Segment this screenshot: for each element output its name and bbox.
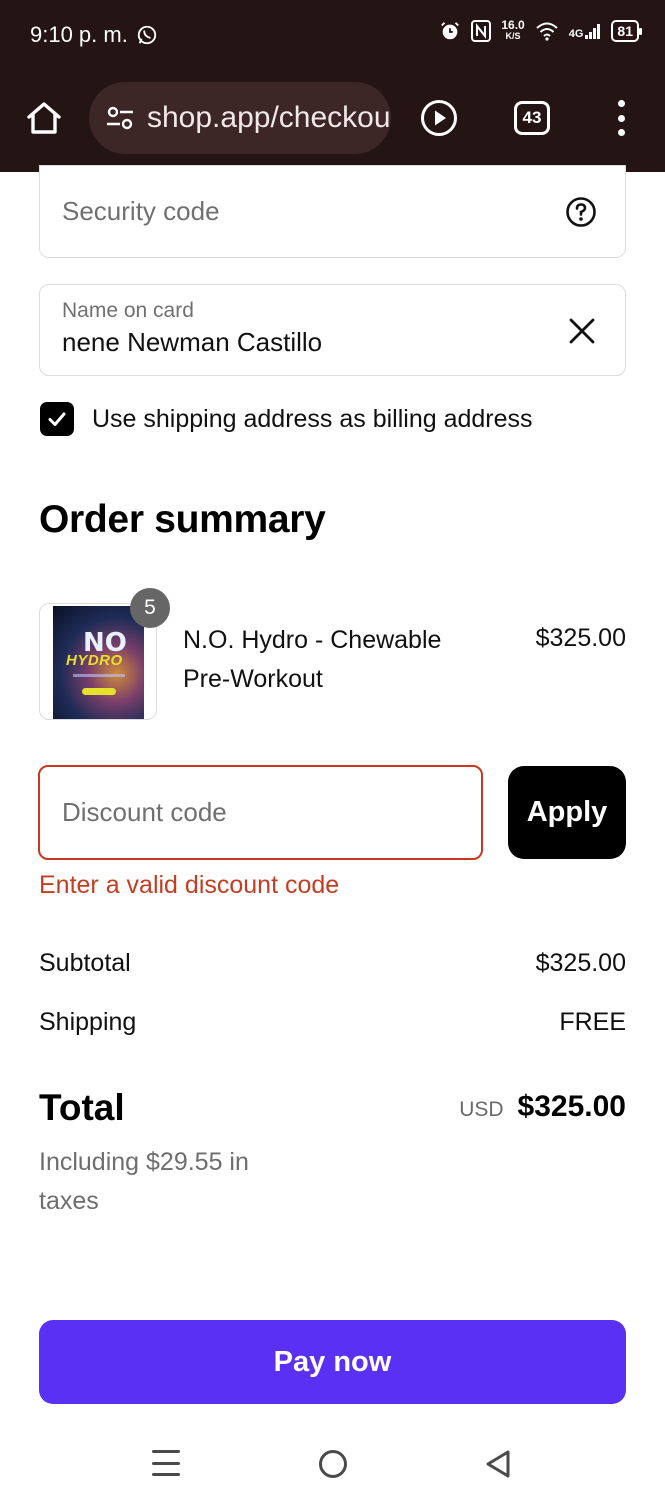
tax-note: Including $29.55 in taxes [39,1148,249,1215]
net-speed-value: 16.0 [501,18,525,32]
quantity-value: 5 [144,596,156,619]
recent-apps-icon[interactable] [152,1450,180,1476]
shipping-row: Shipping FREE [39,1008,626,1037]
subtotal-row: Subtotal $325.00 [39,949,626,978]
product-image: NO HYDRO [53,606,144,719]
home-icon[interactable] [24,98,64,138]
help-icon[interactable] [565,196,597,228]
network-type: 4G [568,28,584,40]
address-bar[interactable]: shop.app/checkout [89,82,391,154]
alarm-icon [441,22,460,40]
product-price: $325.00 [535,624,626,652]
product-image-text-hydro: HYDRO [66,652,123,669]
browser-chrome: 9:10 p. m. 16.0 K/S 4G 81 shop.app/check… [0,0,665,172]
tab-count: 43 [522,108,542,127]
time-text: 9:10 p. m. [30,22,128,47]
discount-code-input[interactable]: Discount code [38,765,483,860]
cell-signal: 4G [568,23,602,40]
discount-code-placeholder: Discount code [62,797,227,827]
back-icon[interactable] [484,1449,512,1479]
overflow-menu-icon[interactable] [611,100,631,136]
total-value: $325.00 [517,1090,626,1123]
quantity-badge: 5 [130,588,170,628]
play-icon[interactable] [420,99,458,137]
checkmark-icon [48,412,66,426]
billing-address-option[interactable]: Use shipping address as billing address [40,402,533,436]
url-text: shop.app/checkout [147,101,391,134]
clear-icon[interactable] [569,318,595,344]
apply-label: Apply [526,796,608,828]
total-label: Total [39,1087,125,1128]
order-summary-title: Order summary [39,498,326,541]
pay-now-label: Pay now [273,1345,392,1378]
subtotal-label: Subtotal [39,949,131,977]
shipping-label: Shipping [39,1008,137,1036]
security-code-placeholder: Security code [62,196,220,226]
subtotal-value: $325.00 [535,949,626,977]
total-currency: USD [459,1098,504,1121]
battery-level: 81 [617,23,633,39]
nav-home-icon[interactable] [319,1450,347,1478]
status-icons: 16.0 K/S 4G 81 [439,18,642,42]
shipping-value: FREE [559,1008,626,1036]
billing-same-checkbox[interactable] [40,402,74,436]
status-time: 9:10 p. m. [30,22,158,48]
name-on-card-label: Name on card [62,299,194,322]
total-amount: USD $325.00 [459,1090,626,1124]
pay-now-button[interactable]: Pay now [39,1320,626,1404]
name-on-card-value: nene Newman Castillo [62,327,323,357]
product-name: N.O. Hydro - Chewable Pre-Workout [183,626,442,693]
net-speed: 16.0 K/S [501,18,525,42]
nfc-icon [471,20,492,42]
net-speed-unit: K/S [505,31,521,41]
whatsapp-icon [137,25,157,45]
wifi-icon [536,22,558,41]
tab-switcher-button[interactable]: 43 [514,101,550,135]
apply-discount-button[interactable]: Apply [508,766,626,859]
security-code-field[interactable]: Security code [39,165,626,258]
site-settings-icon[interactable] [105,103,135,133]
battery-indicator: 81 [611,20,642,42]
signal-bars-icon [585,24,601,39]
name-on-card-field[interactable]: Name on card nene Newman Castillo [39,284,626,376]
billing-same-label: Use shipping address as billing address [92,404,533,433]
discount-error-message: Enter a valid discount code [39,871,340,899]
